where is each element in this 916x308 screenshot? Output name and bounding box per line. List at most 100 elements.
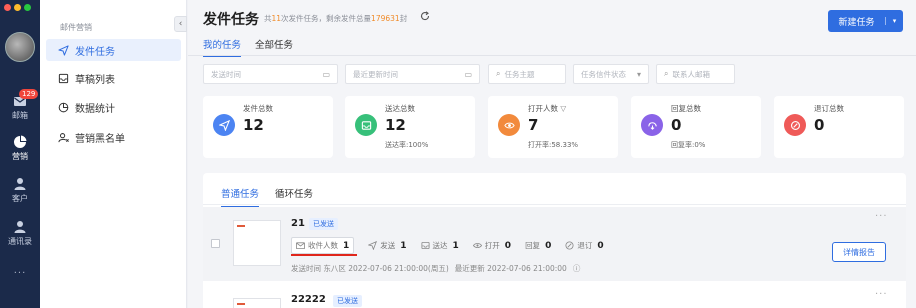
send-icon [368,241,378,250]
inbox-icon [421,241,430,250]
last-update-filter[interactable]: 最近更新时间 ▭ [345,64,480,84]
metric-delivered: 送达 1 [421,240,459,251]
task-list-panel: 普通任务 循环任务 21 已发送 ··· 收件人数 1 发送 1 送达 1 打开… [203,173,906,308]
metric-label: 退订 [577,241,593,250]
email-thumbnail[interactable] [233,298,281,308]
close-window-button[interactable] [4,4,11,11]
refresh-icon[interactable] [420,11,430,21]
stat-card-replied: 回复总数 0 回复率:0% [631,96,761,158]
rail-label: 营销 [12,152,28,161]
stat-label: 退订总数 [814,104,844,113]
stat-label: 发件总数 [243,104,273,113]
thumbnail-mark [237,303,245,305]
sidebar-item-label: 营销黑名单 [75,133,125,145]
rail-item-customer[interactable]: 客户 [0,177,40,204]
help-icon[interactable]: ⓘ [573,263,581,274]
mail-icon [296,242,305,250]
task-row[interactable]: 22222 已发送 ··· [203,287,906,308]
stat-label: 打开人数 ▽ [528,103,566,114]
mail-badge: 129 [19,89,39,99]
send-time: 发送时间 东八区 2022-07-06 21:00:00(周五) [291,264,449,273]
stat-card-opened: 打开人数 ▽ 7 打开率:58.33% [488,96,618,158]
reply-icon [641,114,663,136]
metric-label: 送达 [432,241,448,250]
filter-placeholder: 最近更新时间 [353,69,398,79]
sidebar-item-statistics[interactable]: 数据统计 [46,96,181,118]
rail-label: 通讯录 [8,237,32,246]
pie-chart-icon [14,135,27,148]
metric-sent: 发送 1 [368,240,407,251]
contact-search-input[interactable]: ⌕ 联系人邮箱 [656,64,735,84]
sidebar-collapse-button[interactable]: ‹ [174,16,187,32]
row-more-button[interactable]: ··· [875,289,888,300]
stat-value: 12 [243,116,264,134]
summary-text: 封 [399,14,408,23]
summary-text: 次发件任务，剩余发件总量 [281,14,372,23]
metric-value: 1 [400,240,407,251]
stats-icon [58,102,69,112]
sidebar-item-blacklist[interactable]: 营销黑名单 [46,126,181,148]
search-icon: ⌕ [664,69,669,78]
sidebar-item-label: 发件任务 [75,46,115,58]
tab-all-tasks[interactable]: 全部任务 [255,37,293,57]
sidebar-item-drafts[interactable]: 草稿列表 [46,67,181,89]
task-row[interactable]: 21 已发送 ··· 收件人数 1 发送 1 送达 1 打开 0 回复 0 退订… [203,207,906,281]
filter-placeholder: 联系人邮箱 [672,69,710,79]
filter-placeholder: 发送时间 [211,69,241,79]
inbox-icon [355,114,377,136]
sidebar-item-send-tasks[interactable]: 发件任务 [46,39,181,61]
row-checkbox[interactable] [211,239,220,248]
summary-text: 共 [264,14,272,23]
status-select[interactable]: 任务信件状态 ▾ [573,64,649,84]
subject-search-input[interactable]: ⌕ 任务主题 [488,64,566,84]
tab-my-tasks[interactable]: 我的任务 [203,37,242,57]
metric-label: 发送 [380,241,396,250]
rail-item-mail[interactable]: 129 邮箱 [0,89,40,121]
stat-rate: 回复率:0% [671,141,706,149]
metric-value: 0 [597,240,604,251]
divider [188,55,916,56]
stat-label: 回复总数 [671,104,701,113]
task-summary: 共11次发件任务，剩余发件总量179631封 [264,13,407,24]
metric-opened: 打开 0 [472,240,512,251]
new-task-label: 新建任务 [838,17,875,28]
task-metrics: 收件人数 1 发送 1 送达 1 打开 0 回复 0 退订 0 [291,237,618,254]
metric-value: 0 [504,240,512,251]
last-update: 最近更新 2022-07-06 21:00:00 [454,264,567,273]
stat-card-unsubscribed: 退订总数 0 [774,96,904,158]
stat-rate: 打开率:58.33% [528,141,579,149]
filter-icon[interactable]: ▽ [560,104,566,113]
task-count: 11 [271,14,282,23]
metric-recipients[interactable]: 收件人数 1 [291,237,355,254]
draft-icon [58,73,69,83]
metric-value: 0 [545,240,552,251]
minimize-window-button[interactable] [14,4,21,11]
eye-icon [498,114,520,136]
maximize-window-button[interactable] [24,4,31,11]
new-task-dropdown-icon[interactable]: ▾ [885,17,903,25]
unsubscribe-icon [565,241,574,250]
rail-item-marketing[interactable]: 营销 [0,135,40,162]
metric-replied: 回复 0 [525,240,551,251]
unsubscribe-icon [784,114,806,136]
stat-value: 7 [528,116,539,134]
rail-item-contacts[interactable]: 通讯录 [0,220,40,247]
metric-value: 1 [343,240,350,251]
send-time-filter[interactable]: 发送时间 ▭ [203,64,338,84]
task-timeline: 发送时间 东八区 2022-07-06 21:00:00(周五) 最近更新 20… [291,263,580,274]
calendar-icon: ▭ [322,69,330,79]
detail-report-button[interactable]: 详情报告 [832,242,886,262]
page-title: 发件任务 [203,12,259,28]
highlight-underline [291,254,357,256]
metric-label: 收件人数 [308,241,338,250]
rail-more-button[interactable]: ··· [0,268,40,279]
status-badge: 已发送 [309,218,338,230]
email-thumbnail[interactable] [233,220,281,266]
avatar[interactable] [5,32,35,62]
new-task-button[interactable]: 新建任务 ▾ [828,10,903,32]
task-name: 21 [291,218,305,229]
calendar-icon: ▭ [464,69,472,79]
task-name: 22222 [291,294,326,305]
sidebar-item-label: 数据统计 [75,103,115,115]
row-more-button[interactable]: ··· [875,211,888,222]
